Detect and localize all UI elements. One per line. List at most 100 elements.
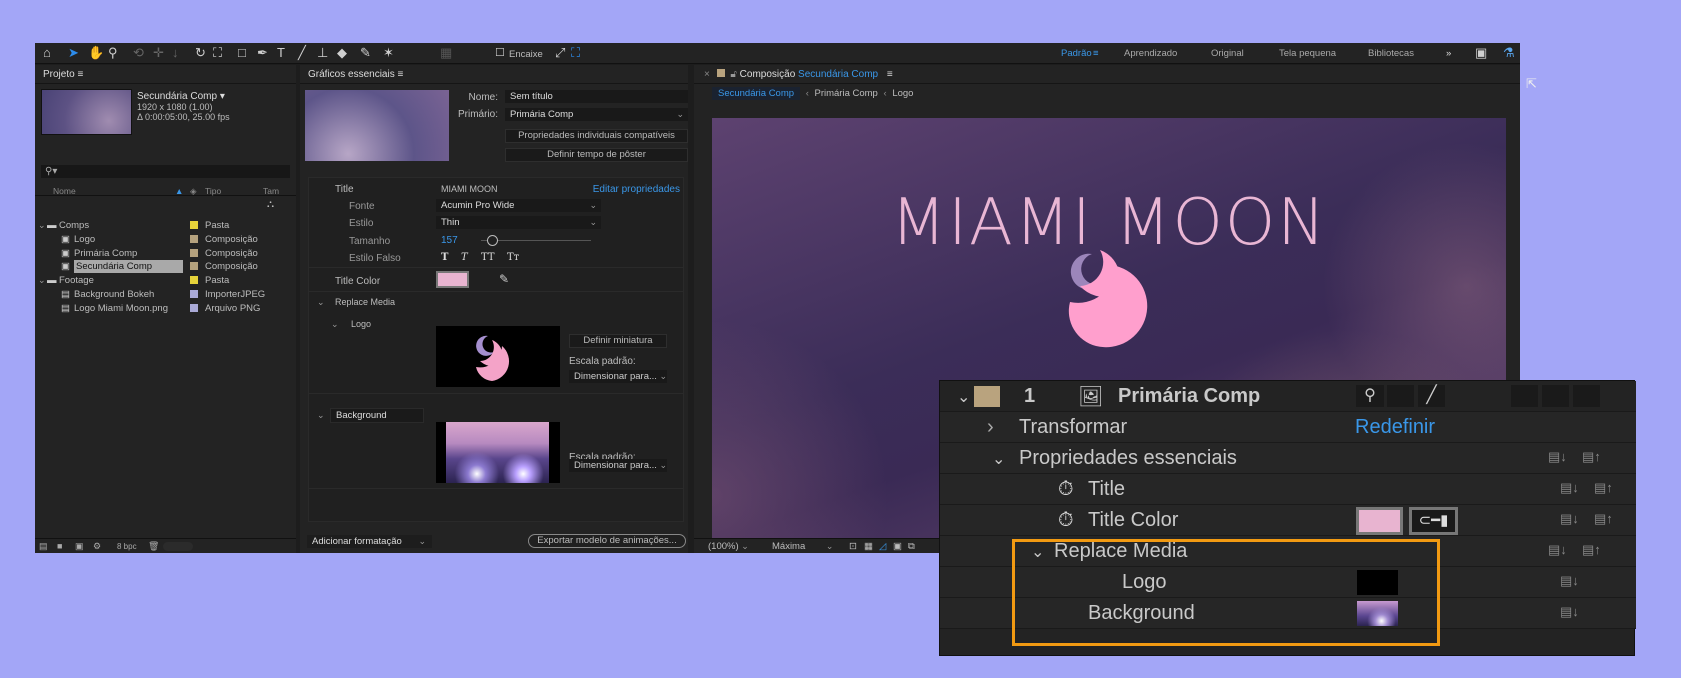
project-list-item[interactable]: ⌄ ▬ Comps Pasta xyxy=(35,219,296,232)
folder-chevron-icon[interactable]: ⌄ xyxy=(38,219,46,232)
menu-icon[interactable]: ≡ xyxy=(887,69,893,80)
style-select[interactable]: Thin ⌄ xyxy=(436,216,601,229)
zoom-tool-icon[interactable]: ⚲ xyxy=(108,45,118,61)
workspace-tela-pequena[interactable]: Tela pequena xyxy=(1279,48,1336,59)
transform-row[interactable]: › Transformar Redefinir xyxy=(940,412,1636,443)
folder-chevron-icon[interactable]: ⌄ xyxy=(38,274,46,287)
replace-media-chevron-icon[interactable]: ⌄ xyxy=(317,296,325,309)
reset-link[interactable]: Redefinir xyxy=(1355,416,1435,439)
sync-icon[interactable]: ▣ xyxy=(1475,45,1487,61)
puppet-tool-icon[interactable]: ✶ xyxy=(383,45,394,61)
column-name[interactable]: Nome xyxy=(53,185,76,198)
close-tab-icon[interactable]: × xyxy=(704,69,710,80)
project-list-item[interactable]: ▤ Background Bokeh ImporterJPEG xyxy=(35,288,296,301)
mask-visibility-icon[interactable]: ◿ xyxy=(879,540,886,553)
small-caps-button[interactable]: Tт xyxy=(507,251,519,264)
eraser-tool-icon[interactable]: ◆ xyxy=(337,45,347,61)
label-color[interactable] xyxy=(190,290,198,298)
lock-icon[interactable]: 🔓︎ xyxy=(730,69,736,80)
layer-name[interactable]: Primária Comp xyxy=(1118,385,1260,408)
flowchart-icon[interactable]: ⛬ xyxy=(267,198,274,211)
column-size[interactable]: Tam xyxy=(263,185,279,198)
flask-icon[interactable]: ⚗ xyxy=(1503,45,1515,61)
quality-switch-icon[interactable]: ╱ xyxy=(1418,385,1445,407)
menu-icon[interactable]: ≡ xyxy=(77,69,83,80)
breadcrumb-primaria[interactable]: Primária Comp xyxy=(815,88,878,99)
faux-bold-button[interactable]: T xyxy=(441,251,448,264)
stamp-tool-icon[interactable]: ⊥ xyxy=(317,45,328,61)
label-color[interactable] xyxy=(190,234,198,243)
export-motion-graphics-template-button[interactable]: Exportar modelo de animações... xyxy=(528,534,686,548)
collapse-chevron-icon[interactable]: ⌄ xyxy=(992,449,1005,469)
logo-scale-select[interactable]: Dimensionar para... ⌄ xyxy=(569,370,667,383)
interpret-footage-icon[interactable]: ▤ xyxy=(39,540,48,553)
title-prop-value[interactable]: MIAMI MOON xyxy=(441,183,498,196)
pull-media-icon[interactable]: ▤↓ xyxy=(1548,449,1567,465)
eyedropper-icon[interactable]: ⊂━▮ xyxy=(1409,507,1458,535)
push-media-icon[interactable]: ▤↑ xyxy=(1594,480,1613,496)
settings-icon[interactable]: ⚙ xyxy=(93,540,101,553)
column-type[interactable]: Tipo xyxy=(205,185,221,198)
more-workspaces-button[interactable]: » xyxy=(1446,48,1451,59)
workspace-padrao[interactable]: Padrão xyxy=(1061,48,1092,59)
collapse-switch[interactable] xyxy=(1387,385,1414,407)
grid-overlay-icon[interactable]: ▦ xyxy=(864,540,873,553)
pull-media-icon[interactable]: ▤↓ xyxy=(1560,511,1579,527)
delete-icon[interactable]: 🗑 xyxy=(148,540,159,553)
project-list-item[interactable]: ▣ Secundária Comp Composição xyxy=(35,260,296,274)
magnification-select[interactable]: (100%) ⌄ xyxy=(708,540,749,553)
rotate-tool-icon[interactable]: ↻ xyxy=(195,45,206,61)
align-icon[interactable]: ▦ xyxy=(440,45,452,61)
snap-options-icon[interactable]: ⤢ xyxy=(555,45,565,61)
workspace-bibliotecas[interactable]: Bibliotecas xyxy=(1368,48,1414,59)
font-select[interactable]: Acumin Pro Wide ⌄ xyxy=(436,199,601,212)
motion-blur-switch[interactable] xyxy=(1542,385,1569,407)
workspace-aprendizado[interactable]: Aprendizado xyxy=(1124,48,1177,59)
rectangle-tool-icon[interactable]: □ xyxy=(238,45,246,61)
faux-italic-button[interactable]: T xyxy=(461,251,468,264)
pull-media-icon[interactable]: ▤↓ xyxy=(1560,604,1579,620)
snapshot-icon[interactable]: ⊡ xyxy=(849,540,857,553)
set-thumbnail-button[interactable]: Definir miniatura xyxy=(569,334,667,348)
resolution-select[interactable]: Máxima ⌄ xyxy=(772,540,834,553)
new-folder-icon[interactable]: ■ xyxy=(57,540,62,553)
set-poster-time-button[interactable]: Definir tempo de pôster xyxy=(505,148,688,162)
name-input[interactable]: Sem título xyxy=(505,90,688,103)
background-chevron-icon[interactable]: ⌄ xyxy=(317,409,325,422)
size-slider-knob[interactable] xyxy=(487,235,498,246)
bpc-button[interactable]: 8 bpc xyxy=(117,540,137,553)
logo-media-thumbnail[interactable] xyxy=(436,326,560,387)
adjustment-switch[interactable] xyxy=(1573,385,1600,407)
pen-tool-icon[interactable]: ✒ xyxy=(257,45,268,61)
brush-tool-icon[interactable]: ╱ xyxy=(298,45,306,61)
orbit-tool-icon[interactable]: ⟲ xyxy=(133,45,144,61)
snap-checkbox[interactable]: ☐ xyxy=(495,45,505,61)
label-color[interactable] xyxy=(190,276,198,285)
transparency-icon[interactable]: ⧉ xyxy=(908,540,915,553)
title-property-row[interactable]: ⏱︎ Title ▤↓ ▤↑ xyxy=(940,474,1636,505)
edit-properties-link[interactable]: Editar propriedades xyxy=(593,183,680,196)
label-color[interactable] xyxy=(190,262,198,271)
layer-row[interactable]: ⌄ 1 🖼︎ Primária Comp ⚲ ╱ xyxy=(940,381,1636,412)
selection-tool-icon[interactable]: ➤ xyxy=(68,45,79,61)
effects-switch[interactable] xyxy=(1511,385,1538,407)
roto-brush-icon[interactable]: ✎ xyxy=(360,45,371,61)
expand-chevron-icon[interactable]: › xyxy=(987,416,994,439)
hand-tool-icon[interactable]: ✋ xyxy=(88,45,104,61)
essential-properties-row[interactable]: ⌄ Propriedades essenciais ▤↓ ▤↑ xyxy=(940,443,1636,474)
push-media-icon[interactable]: ▤↑ xyxy=(1594,511,1613,527)
stopwatch-icon[interactable]: ⏱︎ xyxy=(1058,509,1074,532)
pull-media-icon[interactable]: ▤↓ xyxy=(1560,573,1579,589)
push-media-icon[interactable]: ▤↑ xyxy=(1582,449,1601,465)
project-list-item[interactable]: ⌄ ▬ Footage Pasta xyxy=(35,274,296,287)
shy-switch-icon[interactable]: ⚲ xyxy=(1356,385,1384,407)
home-icon[interactable]: ⌂ xyxy=(43,45,51,61)
title-color-property-row[interactable]: ⏱︎ Title Color ⊂━▮ ▤↓ ▤↑ xyxy=(940,505,1636,536)
compatible-properties-button[interactable]: Propriedades individuais compatíveis xyxy=(505,129,688,143)
all-caps-button[interactable]: TT xyxy=(481,251,495,264)
title-color-swatch[interactable] xyxy=(1356,507,1403,535)
workspace-menu-icon[interactable]: ≡ xyxy=(1093,48,1099,59)
stopwatch-icon[interactable]: ⏱︎ xyxy=(1058,478,1074,501)
label-color[interactable] xyxy=(190,221,198,229)
menu-icon[interactable]: ≡ xyxy=(397,69,403,80)
